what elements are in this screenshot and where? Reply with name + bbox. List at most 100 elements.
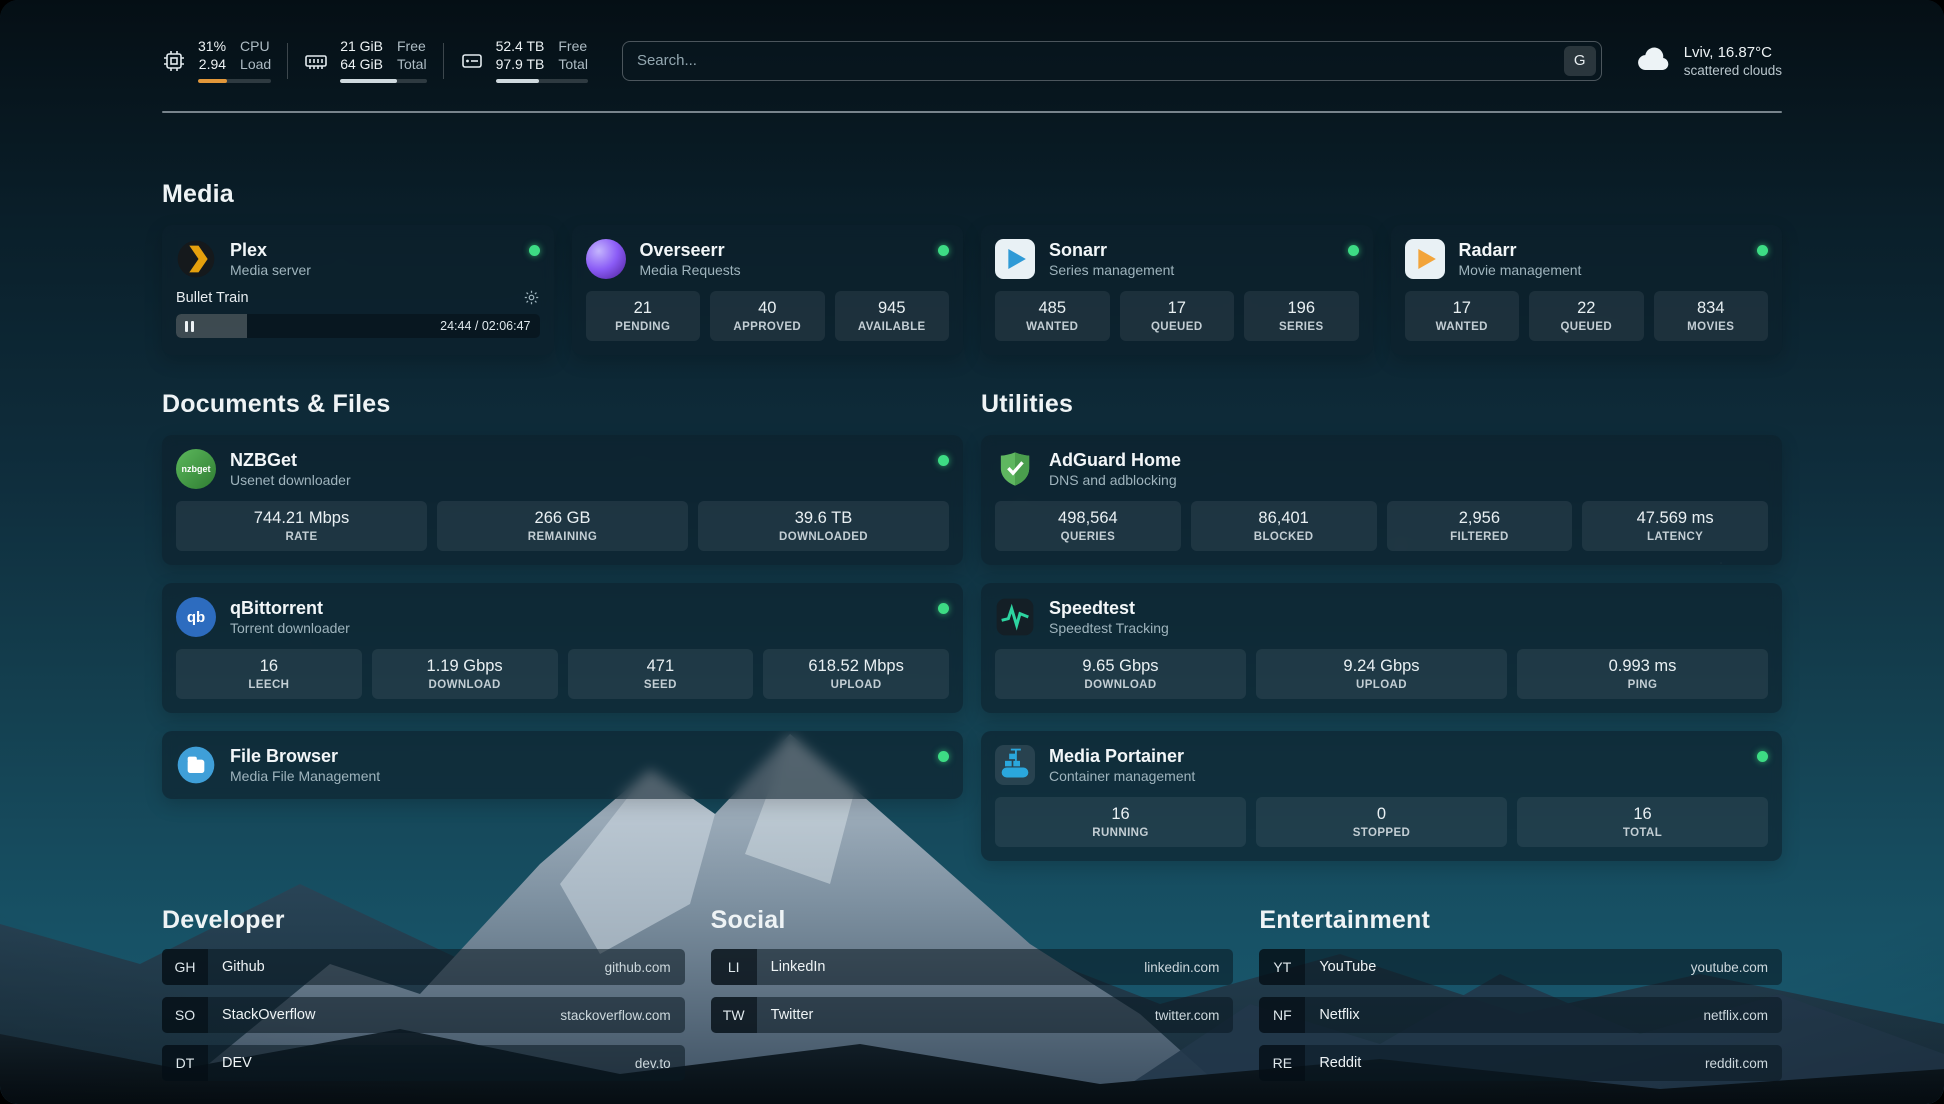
stat-value: 17	[1124, 298, 1231, 318]
radarr-icon	[1405, 239, 1445, 279]
stat: 834MOVIES	[1654, 291, 1769, 341]
bookmark-url: youtube.com	[1691, 960, 1768, 975]
utilities-section-heading: Utilities	[981, 389, 1782, 419]
card-title: Media Portainer	[1049, 745, 1195, 767]
media-section-heading: Media	[162, 179, 1782, 209]
card-titles: Sonarr Series management	[1049, 239, 1174, 279]
speedtest-card[interactable]: Speedtest Speedtest Tracking 9.65 GbpsDO…	[981, 583, 1782, 713]
filebrowser-card[interactable]: File Browser Media File Management	[162, 731, 963, 799]
radarr-card[interactable]: Radarr Movie management 17WANTED 22QUEUE…	[1391, 225, 1783, 355]
nzbget-icon: nzbget	[176, 449, 216, 489]
stat-label: WANTED	[999, 320, 1106, 334]
bookmark-name: YouTube	[1319, 959, 1376, 975]
bookmark-stackoverflow[interactable]: SO StackOverflow stackoverflow.com	[162, 997, 685, 1033]
stat-label: LEECH	[180, 678, 358, 692]
adguard-card[interactable]: AdGuard Home DNS and adblocking 498,564Q…	[981, 435, 1782, 565]
stat: 0.993 msPING	[1517, 649, 1768, 699]
nzbget-card[interactable]: nzbget NZBGet Usenet downloader 744.21 M…	[162, 435, 963, 565]
stat: 744.21 MbpsRATE	[176, 501, 427, 551]
card-subtitle: Container management	[1049, 767, 1195, 785]
portainer-card[interactable]: Media Portainer Container management 16R…	[981, 731, 1782, 861]
background-stars	[0, 0, 2, 2]
stat: 17QUEUED	[1120, 291, 1235, 341]
qbittorrent-card[interactable]: qb qBittorrent Torrent downloader 16LEEC…	[162, 583, 963, 713]
stat-value: 40	[714, 298, 821, 318]
stat: 17WANTED	[1405, 291, 1520, 341]
search-input[interactable]	[637, 52, 1564, 69]
memory-total-label: Total	[397, 56, 427, 73]
stat-value: 266 GB	[441, 508, 684, 528]
status-dot	[1757, 751, 1768, 762]
card-titles: Media Portainer Container management	[1049, 745, 1195, 785]
bookmark-github[interactable]: GH Github github.com	[162, 949, 685, 985]
stat: 16LEECH	[176, 649, 362, 699]
card-header: Plex Media server	[176, 239, 540, 279]
bookmark-reddit[interactable]: RE Reddit reddit.com	[1259, 1045, 1782, 1081]
stat-label: FILTERED	[1391, 530, 1569, 544]
card-title: Plex	[230, 239, 311, 261]
social-column: Social LI LinkedIn linkedin.com TW Twitt…	[711, 905, 1234, 1081]
card-title: Overseerr	[640, 239, 741, 261]
sonarr-card[interactable]: Sonarr Series management 485WANTED 17QUE…	[981, 225, 1373, 355]
stat-value: 945	[839, 298, 946, 318]
status-dot	[938, 751, 949, 762]
settings-gear-icon[interactable]	[523, 289, 540, 306]
utilities-column: Utilities AdGuard Home DNS and adblockin…	[981, 389, 1782, 861]
stat: 16 TOTAL	[1517, 797, 1768, 847]
status-dot	[529, 245, 540, 256]
stat-label: RUNNING	[999, 826, 1242, 840]
status-dot	[938, 603, 949, 614]
sonarr-icon	[995, 239, 1035, 279]
card-subtitle: Speedtest Tracking	[1049, 619, 1169, 637]
stat-value: 21	[590, 298, 697, 318]
card-title: Speedtest	[1049, 597, 1169, 619]
overseerr-card[interactable]: Overseerr Media Requests 21PENDING 40APP…	[572, 225, 964, 355]
disk-free-label: Free	[558, 38, 588, 55]
stat-value: 17	[1409, 298, 1516, 318]
bookmark-netflix[interactable]: NF Netflix netflix.com	[1259, 997, 1782, 1033]
bookmark-name: LinkedIn	[771, 959, 826, 975]
search-provider-button[interactable]: G	[1564, 46, 1596, 76]
playback-progress-bar[interactable]: 24:44 / 02:06:47	[176, 314, 540, 338]
stat-value: 9.24 Gbps	[1260, 656, 1503, 676]
card-header: File Browser Media File Management	[176, 745, 949, 785]
stat-value: 16	[1521, 804, 1764, 824]
bookmark-abbr: GH	[162, 949, 208, 985]
qbittorrent-icon: qb	[176, 597, 216, 637]
card-header: qb qBittorrent Torrent downloader	[176, 597, 949, 637]
documents-column: Documents & Files nzbget NZBGet Usenet d…	[162, 389, 963, 799]
stat-value: 0	[1260, 804, 1503, 824]
status-dot	[1757, 245, 1768, 256]
bookmark-youtube[interactable]: YT YouTube youtube.com	[1259, 949, 1782, 985]
bookmark-name: Github	[222, 959, 265, 975]
stat: 86,401BLOCKED	[1191, 501, 1377, 551]
cpu-percent: 31%	[198, 38, 226, 55]
bookmark-twitter[interactable]: TW Twitter twitter.com	[711, 997, 1234, 1033]
stat: 485WANTED	[995, 291, 1110, 341]
memory-stats: 21 GiB Free 64 GiB Total	[340, 38, 426, 83]
bookmark-name: Reddit	[1319, 1055, 1361, 1071]
memory-widget: 21 GiB Free 64 GiB Total	[304, 38, 426, 83]
pause-button[interactable]	[185, 321, 194, 332]
stat-value: 9.65 Gbps	[999, 656, 1242, 676]
card-titles: NZBGet Usenet downloader	[230, 449, 351, 489]
topbar-separator	[287, 43, 288, 79]
bookmark-linkedin[interactable]: LI LinkedIn linkedin.com	[711, 949, 1234, 985]
disk-total-label: Total	[558, 56, 588, 73]
stat: 9.65 GbpsDOWNLOAD	[995, 649, 1246, 699]
stat-label: TOTAL	[1521, 826, 1764, 840]
plex-card[interactable]: Plex Media server Bullet Train 24:44 / 0…	[162, 225, 554, 355]
stat-label: PING	[1521, 678, 1764, 692]
social-section-heading: Social	[711, 905, 1234, 935]
bookmark-name: Twitter	[771, 1007, 814, 1023]
stat-label: MOVIES	[1658, 320, 1765, 334]
card-title: Sonarr	[1049, 239, 1174, 261]
overseerr-icon	[586, 239, 626, 279]
bookmark-dev[interactable]: DT DEV dev.to	[162, 1045, 685, 1081]
card-header: nzbget NZBGet Usenet downloader	[176, 449, 949, 489]
stat: 0STOPPED	[1256, 797, 1507, 847]
memory-icon	[304, 49, 328, 73]
weather-location: Lviv, 16.87°C	[1684, 43, 1782, 62]
stat-label: UPLOAD	[767, 678, 945, 692]
stat: 16RUNNING	[995, 797, 1246, 847]
